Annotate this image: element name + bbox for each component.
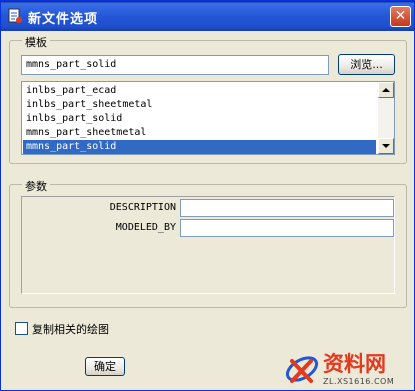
browse-button-label: 浏览... (350, 58, 383, 71)
list-item[interactable]: inlbs_part_sheetmetal (23, 98, 376, 112)
list-item-label: mmns_part_sheetmetal (26, 127, 147, 138)
watermark: 资料网 ZL.XS1616.COM (283, 347, 413, 390)
params-group-label: 参数 (22, 178, 50, 194)
list-item-label: inlbs_part_ecad (26, 85, 117, 96)
template-name-field[interactable]: mmns_part_solid (21, 55, 329, 75)
list-item[interactable]: mmns_part_sheetmetal (23, 126, 376, 140)
close-button[interactable]: ✕ (390, 6, 411, 27)
ok-button[interactable]: 确定 (85, 357, 125, 376)
browse-button[interactable]: 浏览... (338, 54, 395, 75)
list-scrollbar[interactable] (378, 82, 394, 154)
list-item-label: inlbs_part_sheetmetal (26, 99, 153, 110)
copy-drawing-checkbox[interactable] (15, 322, 28, 335)
template-list[interactable]: inlbs_part_ecad inlbs_part_sheetmetal in… (21, 81, 395, 155)
close-icon: ✕ (394, 8, 407, 24)
params-table: DESCRIPTION MODELED_BY (21, 196, 395, 294)
watermark-logo-icon (285, 356, 319, 383)
list-item[interactable]: inlbs_part_ecad (23, 84, 376, 98)
ok-button-label: 确定 (94, 360, 116, 373)
copy-drawing-label[interactable]: 复制相关的绘图 (32, 321, 109, 337)
new-file-options-dialog: 新文件选项 ✕ 模板 mmns_part_solid 浏览... inlbs_p… (0, 0, 415, 391)
window-title: 新文件选项 (28, 12, 99, 27)
list-item-label: mmns_part_solid (26, 141, 117, 152)
list-item-selected[interactable]: mmns_part_solid (23, 140, 376, 154)
param-name-description: DESCRIPTION (109, 202, 176, 213)
modeled-by-field[interactable] (180, 219, 394, 237)
app-icon (7, 8, 23, 24)
param-name-modeled-by: MODELED_BY (115, 222, 176, 233)
watermark-sub-text: ZL.XS1616.COM (323, 377, 395, 386)
list-item[interactable]: inlbs_part_solid (23, 112, 376, 126)
list-item-label: inlbs_part_solid (26, 113, 123, 124)
description-field[interactable] (180, 199, 394, 217)
scroll-up-icon (382, 88, 390, 92)
template-group-label: 模板 (22, 34, 50, 50)
scroll-down-icon (382, 144, 390, 148)
watermark-main-text: 资料网 (323, 352, 386, 376)
scroll-up-button[interactable] (378, 82, 394, 98)
title-bar[interactable]: 新文件选项 ✕ (1, 1, 414, 31)
scroll-down-button[interactable] (378, 138, 394, 154)
